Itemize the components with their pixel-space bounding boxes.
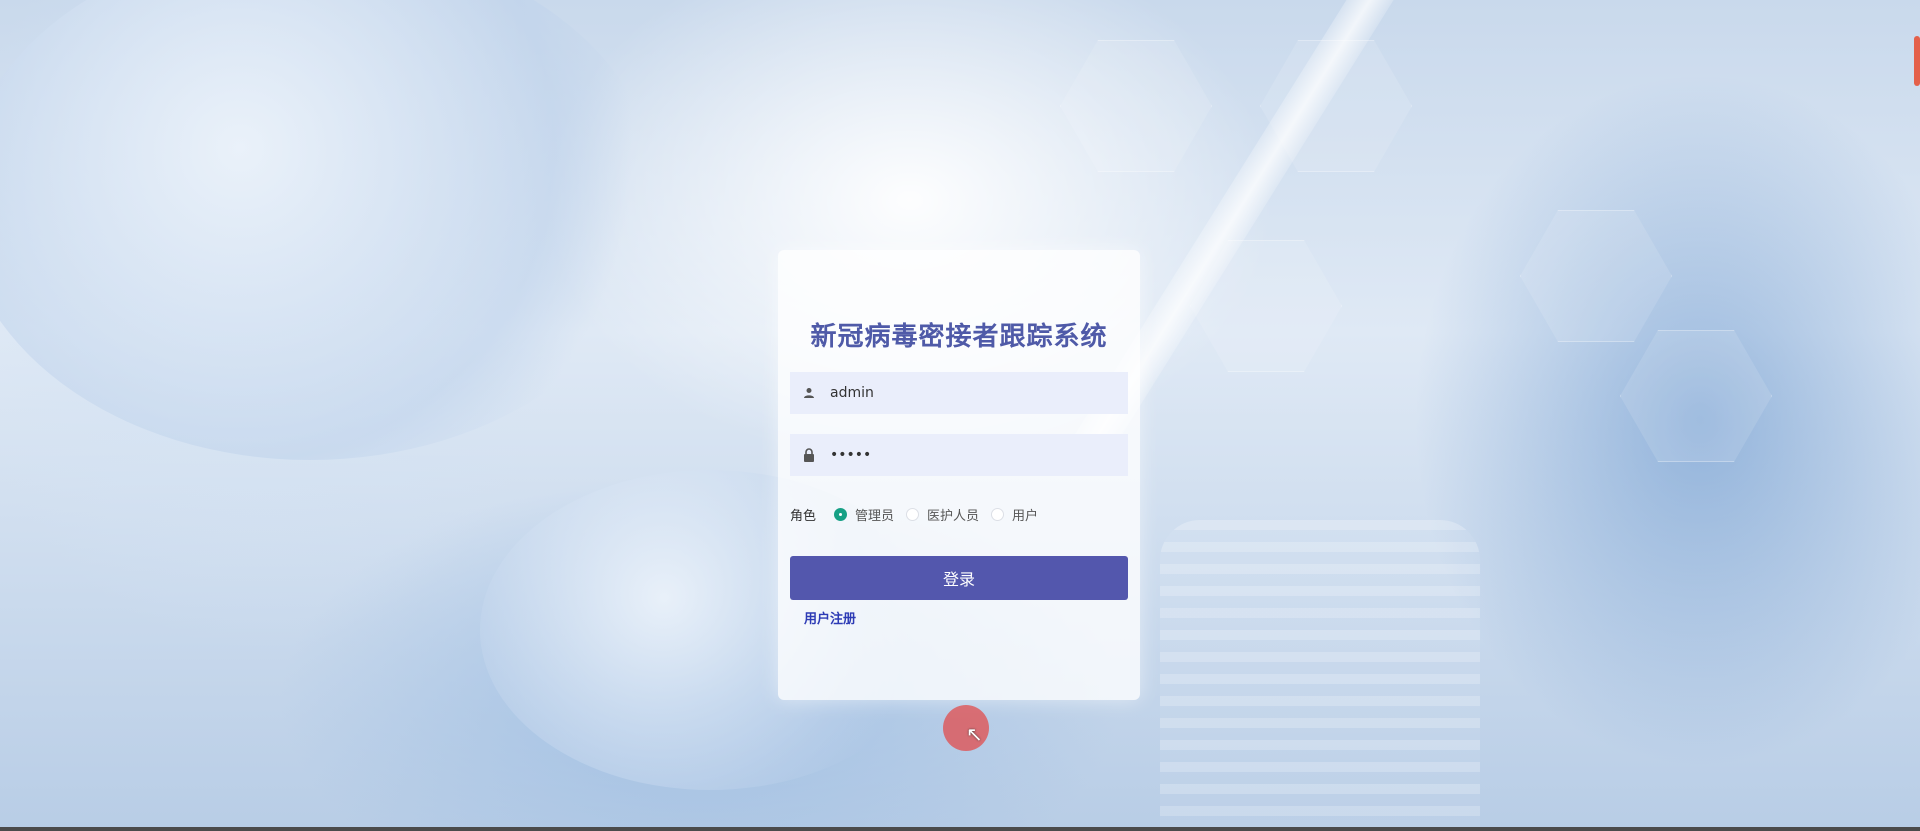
- background-hexagon: [1520, 210, 1672, 342]
- mouse-cursor-icon: ↖: [966, 722, 983, 746]
- username-input[interactable]: [828, 384, 1122, 402]
- password-field[interactable]: [790, 434, 1128, 476]
- login-page: 新冠病毒密接者跟踪系统 角色 管理员: [0, 0, 1920, 831]
- radio-unchecked-icon: [991, 507, 1005, 521]
- background-hexagon: [1620, 330, 1772, 462]
- user-icon: [800, 384, 818, 402]
- role-selector: 角色 管理员 医护人员 用户: [790, 504, 1050, 524]
- role-radio-user[interactable]: 用户: [991, 505, 1038, 524]
- role-label: 角色: [790, 508, 817, 524]
- role-option-label: 用户: [1012, 508, 1039, 524]
- scrollbar-thumb[interactable]: [1914, 36, 1920, 86]
- password-input[interactable]: [828, 446, 1122, 464]
- background-glove-shape: [0, 0, 660, 460]
- login-card: 新冠病毒密接者跟踪系统 角色 管理员: [778, 250, 1140, 700]
- background-beaker: [1160, 520, 1480, 831]
- role-option-label: 医护人员: [927, 508, 980, 524]
- radio-checked-icon: [834, 507, 848, 521]
- background-hexagon: [1060, 40, 1212, 172]
- role-radio-medical-staff[interactable]: 医护人员: [906, 505, 979, 524]
- register-link[interactable]: 用户注册: [804, 608, 856, 627]
- login-button[interactable]: 登录: [790, 556, 1128, 600]
- role-option-label: 管理员: [855, 508, 895, 524]
- page-title: 新冠病毒密接者跟踪系统: [810, 322, 1108, 352]
- radio-unchecked-icon: [906, 507, 920, 521]
- bottom-border: [0, 827, 1920, 831]
- role-radio-admin[interactable]: 管理员: [834, 505, 894, 524]
- lock-icon: [800, 446, 818, 464]
- username-field[interactable]: [790, 372, 1128, 414]
